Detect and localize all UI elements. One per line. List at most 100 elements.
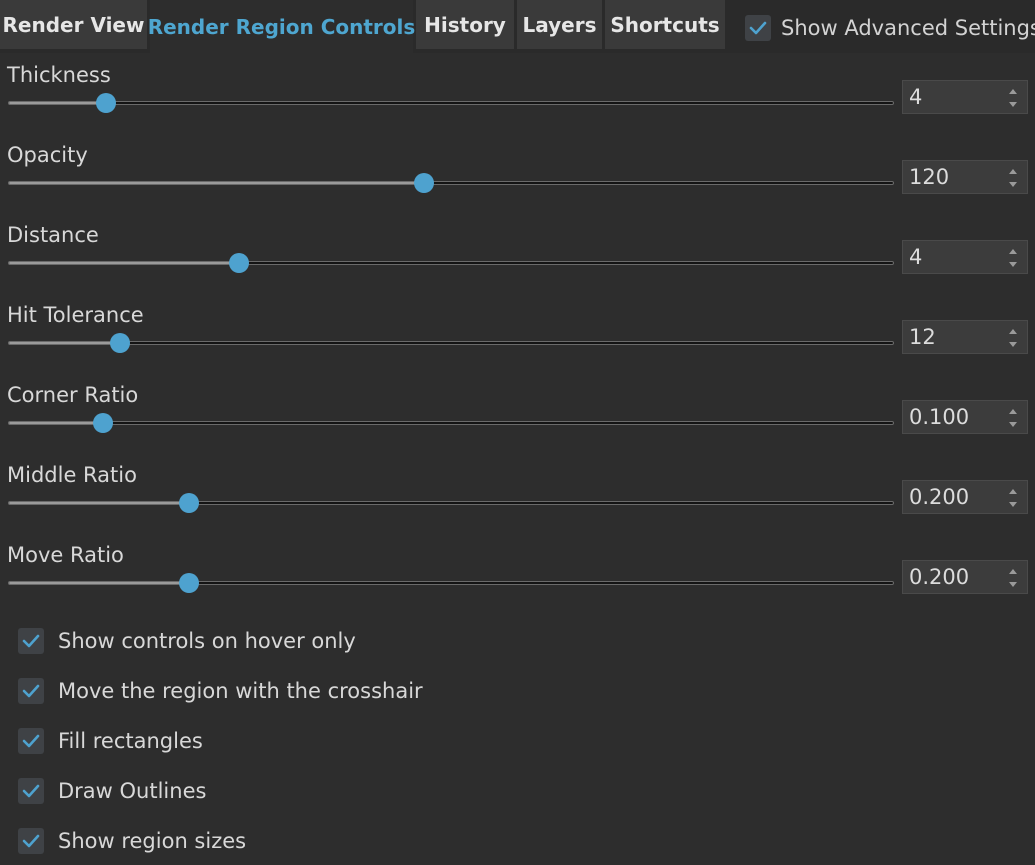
spinbox-arrows[interactable] <box>1007 165 1021 191</box>
spinbox-value: 0.200 <box>909 565 970 589</box>
checkmark-icon <box>22 834 40 848</box>
hit-tolerance-label: Hit Tolerance <box>7 303 144 327</box>
checkmark-icon <box>749 21 767 35</box>
tab-history[interactable]: History <box>416 0 514 49</box>
arrow-up-icon[interactable] <box>1009 489 1017 494</box>
distance-row: Distance 4 <box>0 223 1035 303</box>
arrow-up-icon[interactable] <box>1009 409 1017 414</box>
slider-fill <box>9 502 190 504</box>
fill-rectangles-checkbox[interactable]: Fill rectangles <box>18 725 203 757</box>
hit-tolerance-spinbox[interactable]: 12 <box>902 320 1028 354</box>
arrow-up-icon[interactable] <box>1009 169 1017 174</box>
tab-layers[interactable]: Layers <box>517 0 602 49</box>
checkbox-box[interactable] <box>18 678 44 704</box>
tab-label: Shortcuts <box>610 12 720 37</box>
middle-ratio-label: Middle Ratio <box>7 463 137 487</box>
arrow-down-icon[interactable] <box>1009 422 1017 427</box>
hit-tolerance-slider[interactable] <box>8 333 894 353</box>
opacity-slider[interactable] <box>8 173 894 193</box>
arrow-up-icon[interactable] <box>1009 89 1017 94</box>
corner-ratio-spinbox[interactable]: 0.100 <box>902 400 1028 434</box>
spinbox-arrows[interactable] <box>1007 405 1021 431</box>
middle-ratio-slider[interactable] <box>8 493 894 513</box>
checkbox-box[interactable] <box>745 15 771 41</box>
slider-fill <box>9 182 425 184</box>
opacity-label: Opacity <box>7 143 88 167</box>
slider-fill <box>9 342 121 344</box>
slider-thumb[interactable] <box>414 173 435 193</box>
checkmark-icon <box>22 784 40 798</box>
move-ratio-spinbox[interactable]: 0.200 <box>902 560 1028 594</box>
tab-render-view[interactable]: Render View <box>0 0 147 49</box>
arrow-down-icon[interactable] <box>1009 262 1017 267</box>
checkbox-box[interactable] <box>18 828 44 854</box>
arrow-up-icon[interactable] <box>1009 249 1017 254</box>
spinbox-value: 0.100 <box>909 405 970 429</box>
distance-label: Distance <box>7 223 99 247</box>
middle-ratio-spinbox[interactable]: 0.200 <box>902 480 1028 514</box>
arrow-down-icon[interactable] <box>1009 582 1017 587</box>
draw-outlines-checkbox[interactable]: Draw Outlines <box>18 775 206 807</box>
tab-label: Render Region Controls <box>147 14 416 39</box>
thickness-slider[interactable] <box>8 93 894 113</box>
opacity-spinbox[interactable]: 120 <box>902 160 1028 194</box>
show-controls-on-hover-checkbox[interactable]: Show controls on hover only <box>18 625 356 657</box>
tab-label: Layers <box>522 12 597 37</box>
distance-spinbox[interactable]: 4 <box>902 240 1028 274</box>
checkbox-box[interactable] <box>18 728 44 754</box>
move-ratio-slider[interactable] <box>8 573 894 593</box>
arrow-up-icon[interactable] <box>1009 329 1017 334</box>
spinbox-value: 120 <box>909 165 950 189</box>
move-region-with-crosshair-checkbox[interactable]: Move the region with the crosshair <box>18 675 423 707</box>
option-label: Move the region with the crosshair <box>58 679 423 703</box>
thickness-spinbox[interactable]: 4 <box>902 80 1028 114</box>
option-label: Show controls on hover only <box>58 629 356 653</box>
checkmark-icon <box>22 634 40 648</box>
spinbox-arrows[interactable] <box>1007 565 1021 591</box>
slider-fill <box>9 422 103 424</box>
corner-ratio-row: Corner Ratio 0.100 <box>0 383 1035 463</box>
slider-fill <box>9 262 239 264</box>
spinbox-arrows[interactable] <box>1007 485 1021 511</box>
checkmark-icon <box>22 684 40 698</box>
corner-ratio-slider[interactable] <box>8 413 894 433</box>
spinbox-arrows[interactable] <box>1007 245 1021 271</box>
tab-shortcuts[interactable]: Shortcuts <box>605 0 725 49</box>
slider-thumb[interactable] <box>96 93 117 113</box>
show-region-sizes-checkbox[interactable]: Show region sizes <box>18 825 246 857</box>
thickness-row: Thickness 4 <box>0 63 1035 143</box>
slider-thumb[interactable] <box>179 573 200 593</box>
slider-thumb[interactable] <box>110 333 131 353</box>
tab-label: Render View <box>2 12 145 37</box>
slider-fill <box>9 582 190 584</box>
tab-bar: Render View Render Region Controls Histo… <box>0 0 1035 53</box>
checkbox-box[interactable] <box>18 778 44 804</box>
spinbox-arrows[interactable] <box>1007 85 1021 111</box>
checkbox-box[interactable] <box>18 628 44 654</box>
slider-thumb[interactable] <box>179 493 200 513</box>
arrow-down-icon[interactable] <box>1009 342 1017 347</box>
arrow-up-icon[interactable] <box>1009 569 1017 574</box>
slider-thumb[interactable] <box>92 413 113 433</box>
move-ratio-row: Move Ratio 0.200 <box>0 543 1035 623</box>
spinbox-value: 12 <box>909 325 936 349</box>
slider-fill <box>9 102 107 104</box>
checkmark-icon <box>22 734 40 748</box>
option-label: Fill rectangles <box>58 729 203 753</box>
option-label: Draw Outlines <box>58 779 207 803</box>
option-label: Show region sizes <box>58 829 247 853</box>
spinbox-arrows[interactable] <box>1007 325 1021 351</box>
hit-tolerance-row: Hit Tolerance 12 <box>0 303 1035 383</box>
distance-slider[interactable] <box>8 253 894 273</box>
tab-render-region-controls[interactable]: Render Region Controls <box>147 0 416 53</box>
arrow-down-icon[interactable] <box>1009 502 1017 507</box>
opacity-row: Opacity 120 <box>0 143 1035 223</box>
arrow-down-icon[interactable] <box>1009 182 1017 187</box>
slider-thumb[interactable] <box>228 253 249 273</box>
corner-ratio-label: Corner Ratio <box>7 383 139 407</box>
spinbox-value: 0.200 <box>909 485 970 509</box>
show-advanced-settings-checkbox[interactable]: Show Advanced Settings <box>745 12 1035 44</box>
thickness-label: Thickness <box>7 63 111 87</box>
arrow-down-icon[interactable] <box>1009 102 1017 107</box>
spinbox-value: 4 <box>909 85 923 109</box>
